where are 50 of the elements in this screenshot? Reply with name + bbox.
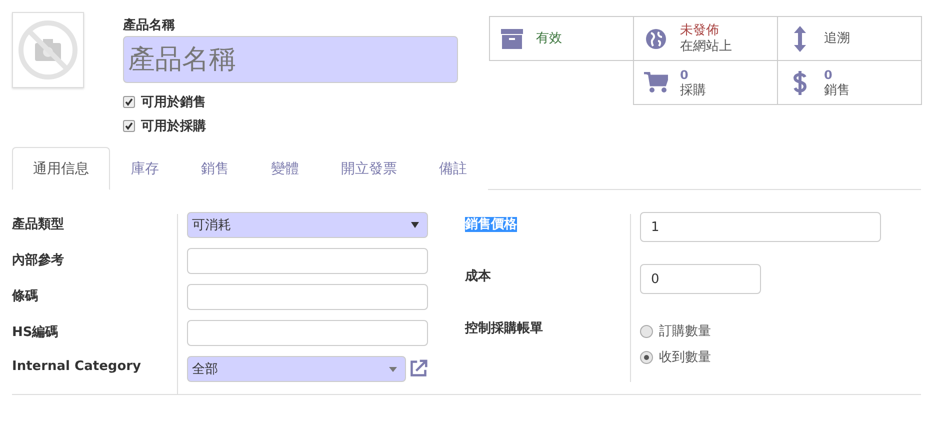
- number-input[interactable]: 1: [640, 212, 881, 242]
- checkbox-label: 可用於銷售: [140, 94, 206, 111]
- field-label: 產品類型: [12, 216, 65, 234]
- shopping-cart-icon: [644, 72, 668, 94]
- field-label: 控制採購帳單: [465, 321, 543, 336]
- radio-label: 收到數量: [659, 349, 711, 366]
- field-label: 成本: [465, 269, 491, 284]
- field-label: Internal Category: [12, 358, 142, 376]
- radio-label: 訂購數量: [659, 323, 711, 340]
- count-value: 0: [680, 66, 690, 82]
- text-input[interactable]: [187, 284, 428, 310]
- checkbox[interactable]: [122, 96, 135, 108]
- no-camera-icon: [16, 19, 79, 81]
- field-label: 內部參考: [12, 252, 65, 270]
- dropdown-caret-icon: [411, 222, 419, 228]
- radio-button[interactable]: [640, 350, 653, 364]
- category-select[interactable]: 全部: [187, 356, 406, 382]
- product-name-input[interactable]: 產品名稱: [122, 36, 458, 83]
- field-label: 條碼: [12, 288, 39, 306]
- vertical-arrows-icon: [794, 26, 806, 52]
- stat-button[interactable]: 0 銷售: [777, 60, 922, 105]
- field-label: 產品名稱: [122, 17, 176, 34]
- archive-box-icon: [501, 28, 523, 48]
- field-label: HS編碼: [12, 324, 60, 342]
- no-photo-placeholder[interactable]: [12, 12, 84, 88]
- product-type-select[interactable]: 可消耗: [187, 212, 428, 238]
- tab[interactable]: 通用信息: [12, 147, 110, 190]
- status-subtext: 在網站上: [680, 38, 732, 54]
- radio-option[interactable]: 訂購數量: [640, 318, 711, 344]
- button-label: 追溯: [824, 30, 850, 46]
- stat-button[interactable]: 0 採購: [633, 60, 778, 105]
- stat-button[interactable]: 追溯: [777, 16, 922, 61]
- radio-button[interactable]: [640, 324, 653, 338]
- text-input[interactable]: [187, 320, 428, 346]
- globe-icon: [646, 28, 666, 48]
- count-label: 銷售: [824, 82, 850, 98]
- status-text: 有效: [536, 30, 562, 46]
- count-value: 0: [824, 66, 834, 82]
- field-label: 銷售價格: [465, 217, 517, 232]
- checkbox[interactable]: [122, 120, 135, 132]
- number-input[interactable]: 0: [640, 264, 761, 294]
- stat-button[interactable]: 有效: [489, 16, 634, 61]
- status-text: 未發佈: [680, 22, 720, 38]
- text-input[interactable]: [187, 248, 428, 274]
- radio-option[interactable]: 收到數量: [640, 344, 711, 370]
- count-label: 採購: [680, 82, 706, 98]
- dropdown-caret-icon: [389, 366, 398, 372]
- external-link-icon[interactable]: [409, 358, 428, 379]
- dollar-sign-icon: [793, 70, 807, 96]
- checkbox-label: 可用於採購: [140, 118, 206, 135]
